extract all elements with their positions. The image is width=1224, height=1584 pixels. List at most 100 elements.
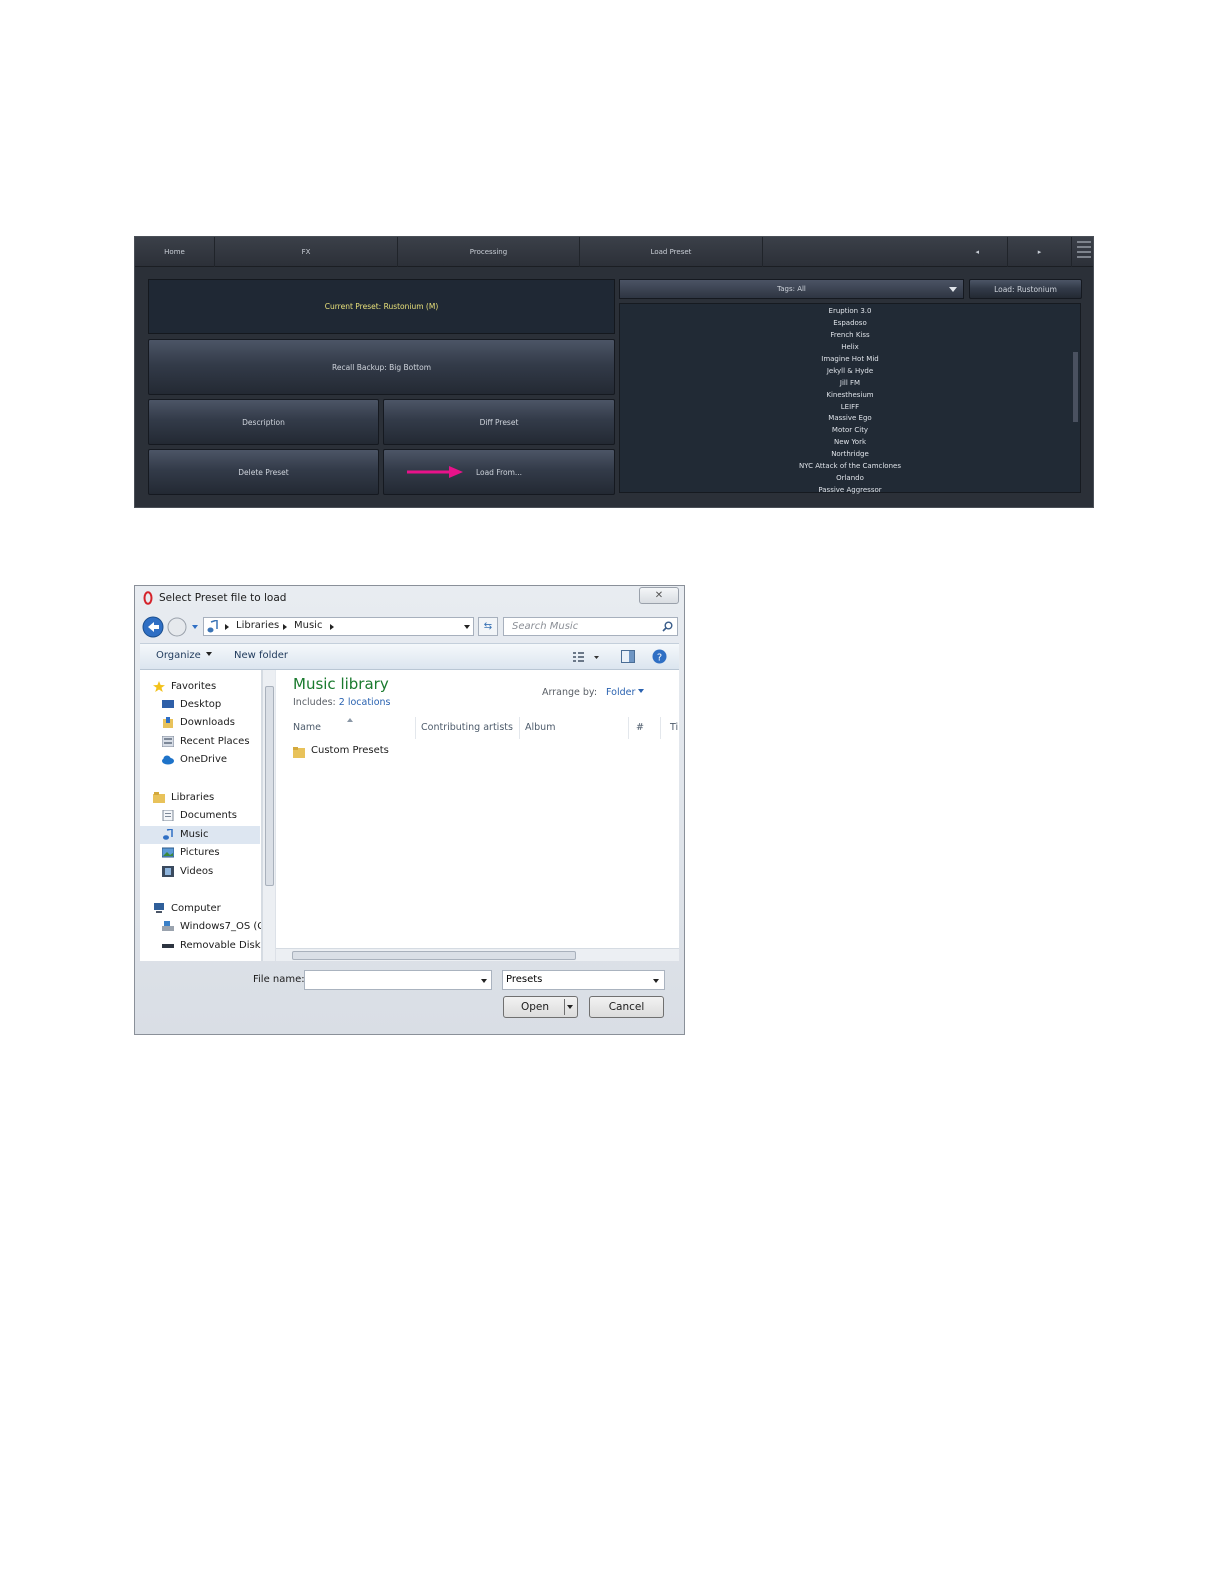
sidebar-item-favorites[interactable]: Favorites bbox=[171, 678, 216, 696]
list-item[interactable]: New York bbox=[620, 437, 1080, 449]
arrange-by-dropdown[interactable]: Folder bbox=[606, 687, 645, 698]
sidebar-item-onedrive[interactable]: OneDrive bbox=[180, 751, 227, 769]
list-item[interactable]: Northridge bbox=[620, 449, 1080, 461]
column-divider[interactable] bbox=[628, 717, 629, 739]
file-name-label: File name: bbox=[253, 974, 305, 985]
sidebar-item-recent-places[interactable]: Recent Places bbox=[180, 733, 250, 751]
new-folder-button[interactable]: New folder bbox=[234, 650, 288, 661]
list-item[interactable]: NYC Attack of the Camclones bbox=[620, 461, 1080, 473]
chevron-down-icon bbox=[949, 287, 957, 292]
preset-list-scrollbar[interactable] bbox=[1073, 352, 1078, 422]
chevron-down-icon bbox=[653, 979, 659, 983]
open-button[interactable]: Open bbox=[503, 996, 578, 1018]
nav-fx[interactable]: FX bbox=[215, 237, 398, 267]
navigation-pane: Favorites Desktop Downloads Recent Place… bbox=[140, 670, 262, 961]
column-name[interactable]: Name bbox=[293, 722, 321, 733]
chevron-down-icon[interactable] bbox=[567, 1005, 573, 1009]
organize-button[interactable]: Organize bbox=[156, 650, 212, 661]
breadcrumb-music[interactable]: Music bbox=[294, 620, 322, 631]
navigation-scrollbar[interactable] bbox=[262, 670, 275, 961]
list-item[interactable]: Kinesthesium bbox=[620, 390, 1080, 402]
tags-filter-label: Tags: All bbox=[777, 285, 806, 293]
arrange-by-value: Folder bbox=[606, 687, 636, 698]
breadcrumb-separator-icon bbox=[330, 624, 334, 630]
list-item[interactable]: Massive Ego bbox=[620, 413, 1080, 425]
removable-disk-icon bbox=[162, 944, 174, 948]
opera-icon bbox=[143, 591, 153, 605]
scroll-thumb[interactable] bbox=[292, 951, 576, 960]
refresh-button[interactable]: ⇆ bbox=[478, 617, 498, 636]
nav-home[interactable]: Home bbox=[135, 237, 215, 267]
diff-preset-button[interactable]: Diff Preset bbox=[383, 399, 615, 445]
preset-list[interactable]: Eruption 3.0 Espadoso French Kiss Helix … bbox=[619, 303, 1081, 494]
sidebar-item-videos[interactable]: Videos bbox=[180, 863, 213, 881]
sidebar-item-libraries[interactable]: Libraries bbox=[171, 789, 214, 807]
breadcrumb-libraries[interactable]: Libraries bbox=[236, 620, 279, 631]
desktop-icon bbox=[162, 700, 174, 708]
chevron-down-icon[interactable] bbox=[481, 979, 487, 983]
sidebar-item-downloads[interactable]: Downloads bbox=[180, 714, 235, 732]
sidebar-item-pictures[interactable]: Pictures bbox=[180, 844, 220, 862]
close-button[interactable]: ✕ bbox=[639, 587, 679, 604]
nav-load-preset[interactable]: Load Preset bbox=[580, 237, 763, 267]
preview-pane-icon[interactable] bbox=[621, 650, 635, 663]
library-title: Music library bbox=[293, 675, 389, 693]
list-item[interactable]: Passive Aggressor bbox=[620, 485, 1080, 497]
libraries-icon bbox=[153, 792, 165, 803]
sidebar-item-music[interactable]: Music bbox=[180, 826, 208, 844]
chevron-down-icon[interactable] bbox=[464, 625, 470, 629]
list-item[interactable]: LEIFF bbox=[620, 402, 1080, 414]
description-button[interactable]: Description bbox=[148, 399, 379, 445]
column-album[interactable]: Album bbox=[525, 722, 555, 733]
file-type-dropdown[interactable]: Presets bbox=[502, 970, 665, 990]
sidebar-item-documents[interactable]: Documents bbox=[180, 807, 237, 825]
list-item[interactable]: Helix bbox=[620, 342, 1080, 354]
address-bar[interactable]: Libraries Music bbox=[203, 617, 474, 636]
locations-link[interactable]: 2 locations bbox=[339, 697, 391, 708]
menu-icon[interactable] bbox=[1077, 241, 1091, 263]
sidebar-item-windows-os[interactable]: Windows7_OS (C bbox=[180, 918, 261, 936]
column-divider[interactable] bbox=[415, 717, 416, 739]
list-item[interactable]: Jekyll & Hyde bbox=[620, 366, 1080, 378]
view-options-icon[interactable] bbox=[572, 651, 600, 663]
list-item[interactable]: Orlando bbox=[620, 473, 1080, 485]
svg-text:?: ? bbox=[657, 653, 662, 664]
music-icon bbox=[163, 829, 173, 840]
delete-preset-button[interactable]: Delete Preset bbox=[148, 449, 379, 495]
includes-label: Includes: bbox=[293, 697, 336, 708]
back-forward-buttons[interactable] bbox=[142, 615, 208, 639]
column-title[interactable]: Ti bbox=[670, 722, 678, 733]
open-file-dialog: Select Preset file to load ✕ Libraries M… bbox=[134, 585, 685, 1035]
file-type-value: Presets bbox=[506, 974, 543, 985]
list-item[interactable]: Eruption 3.0 bbox=[620, 306, 1080, 318]
horizontal-scrollbar[interactable] bbox=[276, 948, 679, 961]
list-item[interactable]: Imagine Hot Mid bbox=[620, 354, 1080, 366]
recall-backup-button[interactable]: Recall Backup: Big Bottom bbox=[148, 339, 615, 395]
sidebar-item-desktop[interactable]: Desktop bbox=[180, 696, 221, 714]
library-includes: Includes: 2 locations bbox=[293, 697, 390, 708]
column-track-number[interactable]: # bbox=[636, 722, 644, 733]
list-item[interactable]: Jill FM bbox=[620, 378, 1080, 390]
recent-places-icon bbox=[162, 736, 174, 747]
column-divider[interactable] bbox=[519, 717, 520, 739]
sidebar-item-computer[interactable]: Computer bbox=[171, 900, 221, 918]
load-preset-button[interactable]: Load: Rustonium bbox=[969, 279, 1082, 299]
folder-name: Custom Presets bbox=[311, 745, 389, 756]
sidebar-item-removable-disk[interactable]: Removable Disk ( bbox=[180, 937, 261, 955]
drive-icon bbox=[162, 921, 174, 931]
scroll-thumb[interactable] bbox=[265, 686, 274, 886]
list-item[interactable]: Espadoso bbox=[620, 318, 1080, 330]
nav-processing[interactable]: Processing bbox=[398, 237, 580, 267]
cancel-button[interactable]: Cancel bbox=[589, 996, 664, 1018]
list-item[interactable]: French Kiss bbox=[620, 330, 1080, 342]
nav-next-button[interactable]: ▸ bbox=[1008, 237, 1072, 267]
tags-filter-dropdown[interactable]: Tags: All bbox=[619, 279, 964, 299]
column-contributing-artists[interactable]: Contributing artists bbox=[421, 722, 513, 733]
nav-prev-button[interactable]: ◂ bbox=[763, 237, 1008, 267]
help-icon[interactable]: ? bbox=[652, 649, 667, 664]
column-divider[interactable] bbox=[660, 717, 661, 739]
search-input[interactable]: Search Music bbox=[503, 617, 678, 636]
list-item[interactable]: Motor City bbox=[620, 425, 1080, 437]
onedrive-icon bbox=[162, 755, 174, 765]
file-name-input[interactable] bbox=[304, 970, 492, 990]
